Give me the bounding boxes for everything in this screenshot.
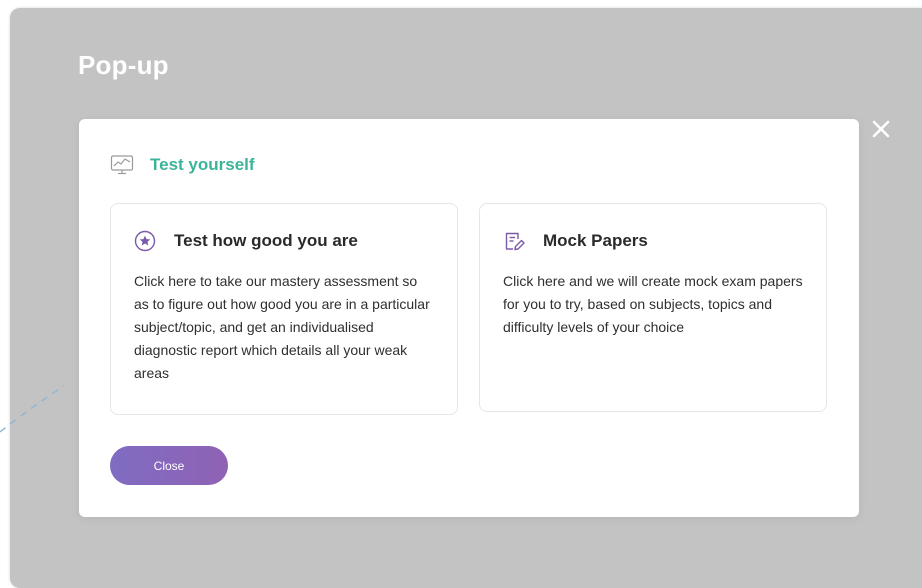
modal-header: Test yourself [110,153,255,177]
card-header: Test how good you are [134,230,434,252]
card-description: Click here and we will create mock exam … [503,273,803,335]
close-button[interactable]: Close [110,446,228,485]
card-title: Test how good you are [174,231,358,250]
star-circle-icon [134,230,156,252]
edit-document-icon [503,230,525,252]
test-yourself-modal: Test yourself Test how good you are Clic… [79,119,859,517]
monitor-chart-icon [110,153,134,177]
close-icon[interactable] [869,117,893,141]
card-header: Mock Papers [503,230,803,252]
test-how-good-card[interactable]: Test how good you are Click here to take… [110,203,458,415]
modal-title: Test yourself [150,155,255,174]
card-title: Mock Papers [543,231,648,250]
card-description: Click here to take our mastery assessmen… [134,273,430,381]
mock-papers-card[interactable]: Mock Papers Click here and we will creat… [479,203,827,412]
page-title: Pop-up [78,50,169,80]
